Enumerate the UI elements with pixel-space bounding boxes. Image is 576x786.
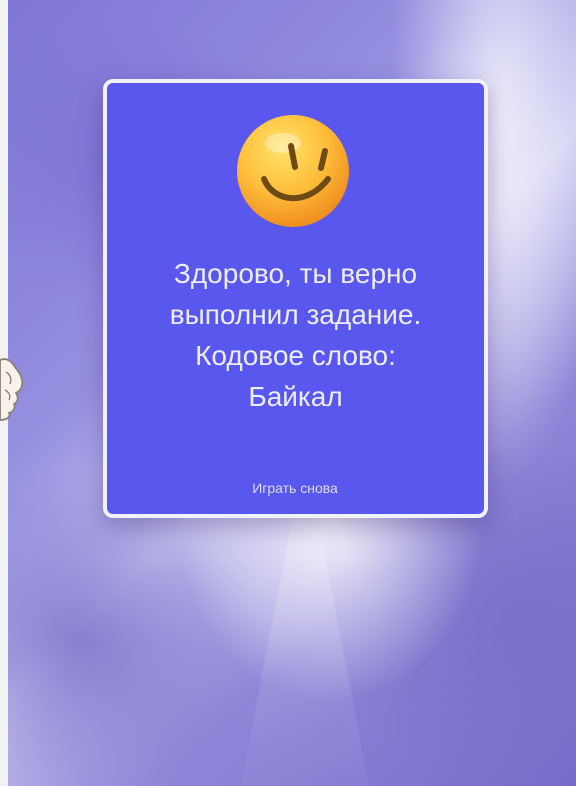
message-line-1: Здорово, ты верно — [173, 258, 418, 289]
result-dialog: Здорово, ты верно выполнил задание. Кодо… — [103, 79, 488, 518]
message-line-4: Байкал — [248, 381, 343, 412]
smiley-face-icon — [237, 115, 349, 227]
background-streak — [240, 520, 370, 786]
message-line-3: Кодовое слово: — [195, 340, 396, 371]
success-message: Здорово, ты верно выполнил задание. Кодо… — [117, 253, 474, 417]
play-again-button[interactable]: Играть снова — [210, 475, 380, 499]
hand-icon — [0, 358, 24, 421]
app-screen: Здорово, ты верно выполнил задание. Кодо… — [0, 0, 576, 786]
message-line-2: выполнил задание. — [169, 299, 422, 330]
